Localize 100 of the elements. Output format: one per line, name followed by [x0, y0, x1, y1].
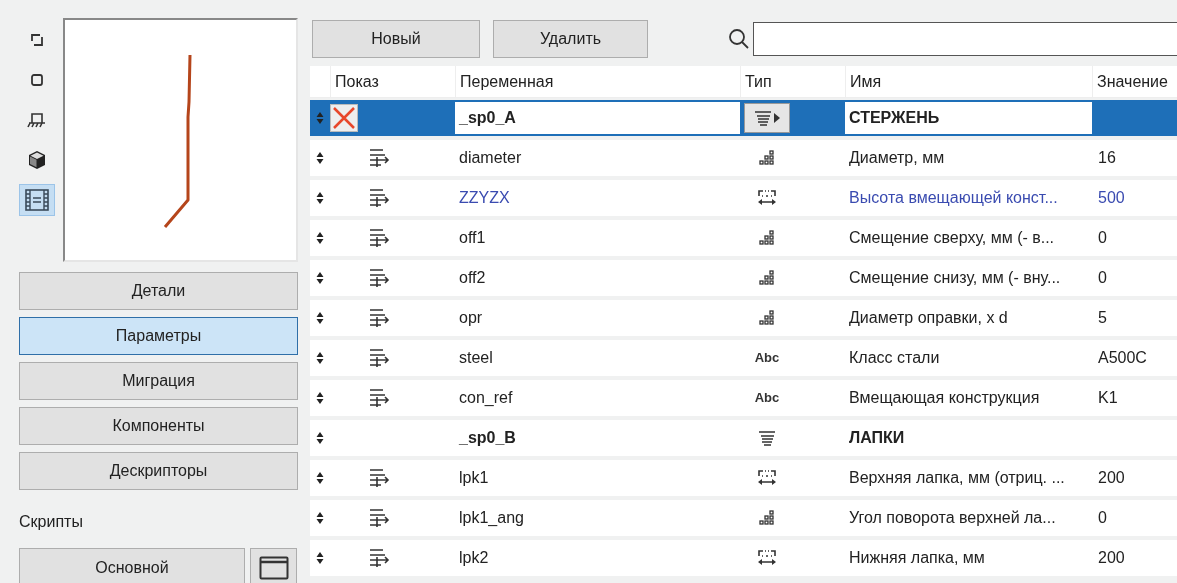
delete-button[interactable]: Удалить: [493, 20, 648, 58]
search-field[interactable]: [753, 22, 1177, 56]
variable-cell-text: con_ref: [458, 388, 513, 408]
value-cell: 16: [1098, 149, 1116, 166]
dimension-icon: [757, 549, 777, 567]
section-button[interactable]: Компоненты: [19, 407, 298, 445]
table-row[interactable]: opr Диаметр оправки, x d 5: [310, 300, 1177, 336]
section-button[interactable]: Миграция: [19, 362, 298, 400]
type-button[interactable]: [744, 103, 790, 133]
table-row[interactable]: lpk1_ang Угол поворота верхней ла... 0: [310, 500, 1177, 536]
show-arrow-icon[interactable]: [368, 547, 390, 569]
name-cell-text: ЛАПКИ: [848, 428, 905, 448]
variable-cell-text: ZZYZX: [458, 188, 510, 208]
film-icon: [24, 188, 50, 212]
variable-cell-text: off1: [458, 228, 486, 248]
column-header[interactable]: Показ: [330, 66, 455, 97]
drag-handle-icon[interactable]: [316, 471, 324, 485]
show-arrow-icon[interactable]: [368, 187, 390, 209]
variable-cell-text: off2: [458, 268, 486, 288]
window-icon: [258, 556, 289, 580]
table-row[interactable]: _sp0_B ЛАПКИ: [310, 420, 1177, 456]
text-type-label: Abc: [754, 389, 780, 408]
drag-handle-icon[interactable]: [316, 151, 324, 165]
name-field[interactable]: СТЕРЖЕНЬ: [845, 102, 1092, 134]
window-button[interactable]: [250, 548, 297, 583]
dimension-icon: [757, 469, 777, 487]
drag-handle-icon[interactable]: [316, 271, 324, 285]
table-row[interactable]: diameter Диаметр, мм 16: [310, 140, 1177, 176]
column-header[interactable]: Тип: [740, 66, 845, 97]
dashed-frame-icon: [29, 32, 45, 48]
drag-handle-icon[interactable]: [316, 191, 324, 205]
value-cell: 200: [1098, 469, 1125, 486]
new-button[interactable]: Новый: [312, 20, 480, 58]
variable-cell-text: _sp0_B: [458, 428, 516, 448]
dots-icon: [759, 310, 775, 326]
column-header[interactable]: Переменная: [455, 66, 740, 97]
name-cell-text: Угол поворота верхней ла...: [848, 508, 1056, 528]
dimension-icon: [757, 189, 777, 207]
name-cell-text: Нижняя лапка, мм: [848, 548, 985, 568]
support-icon: [27, 111, 47, 129]
section-button[interactable]: Дескрипторы: [19, 452, 298, 490]
dots-icon: [759, 150, 775, 166]
lines-icon: [754, 110, 772, 126]
main-script-button[interactable]: Основной: [19, 548, 245, 583]
variable-cell-text: lpk1_ang: [458, 508, 524, 528]
table-row[interactable]: ZZYZX Высота вмещающей конст... 500: [310, 180, 1177, 216]
table-row[interactable]: _sp0_A СТЕРЖЕНЬ: [310, 100, 1177, 136]
drag-handle-icon[interactable]: [316, 111, 324, 125]
drag-handle-icon[interactable]: [316, 231, 324, 245]
name-cell-text: Смещение сверху, мм (- в...: [848, 228, 1055, 248]
show-arrow-icon[interactable]: [368, 347, 390, 369]
variable-cell-text: lpk1: [458, 468, 489, 488]
value-cell: 0: [1098, 509, 1107, 526]
section-button[interactable]: Детали: [19, 272, 298, 310]
drag-handle-icon[interactable]: [316, 311, 324, 325]
variable-cell-text: steel: [458, 348, 493, 368]
table-row[interactable]: con_ref Abc Вмещающая конструкция K1: [310, 380, 1177, 416]
name-cell-text: Верхняя лапка, мм (отриц. ...: [848, 468, 1065, 488]
name-cell-text: Диаметр оправки, x d: [848, 308, 1008, 328]
drag-handle-icon[interactable]: [316, 391, 324, 405]
close-checkbox-icon[interactable]: [330, 104, 358, 132]
variable-field[interactable]: _sp0_A: [455, 102, 740, 134]
show-arrow-icon[interactable]: [368, 387, 390, 409]
name-cell-text: Вмещающая конструкция: [848, 388, 1040, 408]
show-arrow-icon[interactable]: [368, 467, 390, 489]
search-icon: [728, 28, 750, 50]
name-cell-text: Класс стали: [848, 348, 940, 368]
drag-handle-icon[interactable]: [316, 431, 324, 445]
show-arrow-icon[interactable]: [368, 307, 390, 329]
value-cell: K1: [1098, 389, 1118, 406]
value-cell: 0: [1098, 229, 1107, 246]
name-cell-text: Смещение снизу, мм (- вну...: [848, 268, 1061, 288]
table-row[interactable]: off2 Смещение снизу, мм (- вну... 0: [310, 260, 1177, 296]
text-type-label: Abc: [754, 349, 780, 368]
value-cell: 500: [1098, 189, 1125, 206]
value-cell: 5: [1098, 309, 1107, 326]
show-arrow-icon[interactable]: [368, 267, 390, 289]
square-icon: [30, 73, 44, 87]
drag-handle-icon[interactable]: [316, 351, 324, 365]
show-arrow-icon[interactable]: [368, 227, 390, 249]
column-header[interactable]: Значение: [1092, 66, 1177, 97]
show-arrow-icon[interactable]: [368, 507, 390, 529]
variable-cell-text: lpk2: [458, 548, 489, 568]
column-header[interactable]: Имя: [845, 66, 1092, 97]
value-cell: A500C: [1098, 349, 1147, 366]
drag-handle-icon[interactable]: [316, 551, 324, 565]
table-row[interactable]: steel Abc Класс стали A500C: [310, 340, 1177, 376]
table-row[interactable]: lpk1 Верхняя лапка, мм (отриц. ... 200: [310, 460, 1177, 496]
triangle-icon: [774, 113, 780, 123]
name-cell-text: Высота вмещающей конст...: [848, 188, 1058, 208]
drag-handle-icon[interactable]: [316, 511, 324, 525]
dots-icon: [759, 510, 775, 526]
dots-icon: [759, 230, 775, 246]
value-cell: 200: [1098, 549, 1125, 566]
dots-icon: [759, 270, 775, 286]
table-row[interactable]: lpk2 Нижняя лапка, мм 200: [310, 540, 1177, 576]
section-button[interactable]: Параметры: [19, 317, 298, 355]
table-row[interactable]: off1 Смещение сверху, мм (- в... 0: [310, 220, 1177, 256]
lines-icon: [758, 430, 776, 446]
show-arrow-icon[interactable]: [368, 147, 390, 169]
